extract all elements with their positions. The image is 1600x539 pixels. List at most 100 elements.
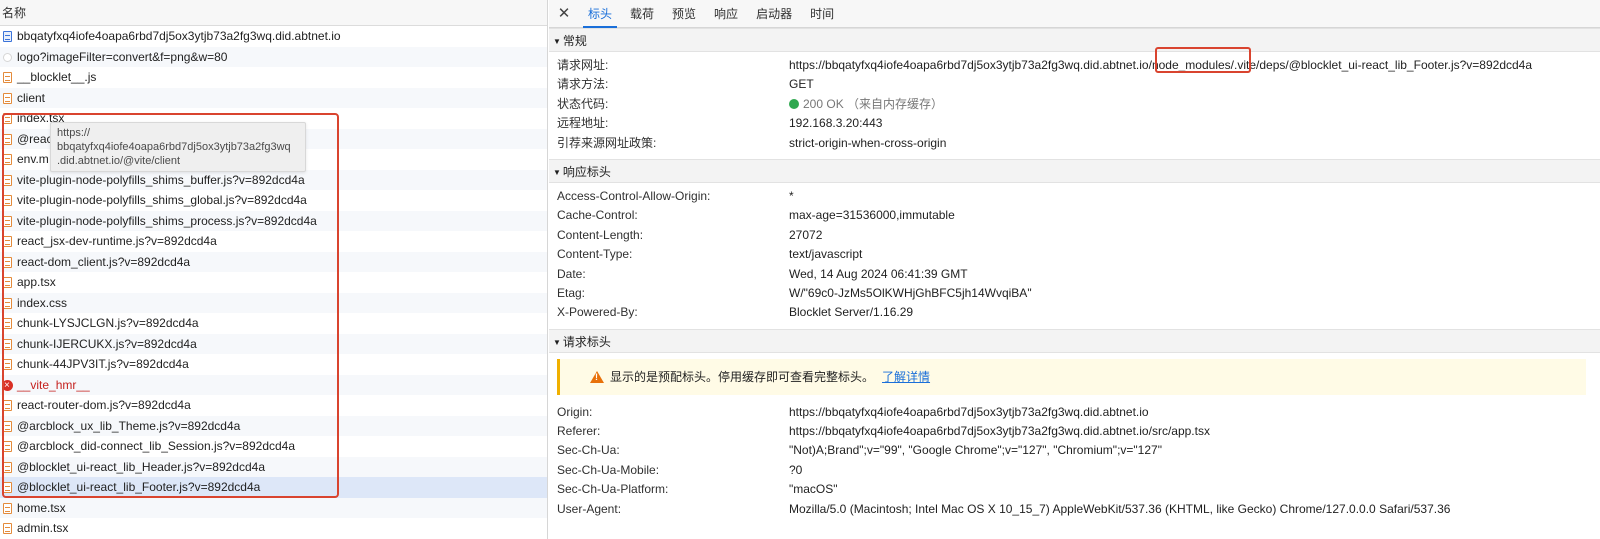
header-value[interactable]: Wed, 14 Aug 2024 06:41:39 GMT	[789, 265, 1600, 284]
request-row[interactable]: react-router-dom.js?v=892dcd4a	[0, 395, 547, 416]
header-value[interactable]: 27072	[789, 226, 1600, 245]
tab-initiator[interactable]: 启动器	[747, 0, 801, 27]
section-request-headers-toggle[interactable]: ▼ 请求标头	[549, 328, 1600, 353]
request-row[interactable]: __blocklet__.js	[0, 67, 547, 88]
image-icon	[3, 52, 12, 62]
header-value[interactable]: *	[789, 187, 1600, 206]
request-name: chunk-IJERCUKX.js?v=892dcd4a	[17, 336, 197, 351]
header-value[interactable]: https://bbqatyfxq4iofe4oapa6rbd7dj5ox3yt…	[789, 403, 1600, 422]
tab-preview[interactable]: 预览	[663, 0, 705, 27]
script-file-icon	[3, 256, 12, 268]
request-name: @arcblock_did-connect_lib_Session.js?v=8…	[17, 439, 296, 453]
header-value[interactable]: 200 OK （来自内存缓存）	[789, 95, 1600, 114]
request-row[interactable]: @blocklet_ui-react_lib_Header.js?v=892dc…	[0, 456, 547, 477]
request-row[interactable]: app.tsx	[0, 272, 547, 293]
request-name: logo?imageFilter=convert&f=png&w=80	[17, 49, 228, 64]
request-row[interactable]: home.tsx	[0, 497, 547, 518]
script-file-icon	[3, 461, 12, 473]
header-key: X-Powered-By:	[557, 305, 638, 320]
header-value[interactable]: max-age=31536000,immutable	[789, 206, 1600, 225]
tooltip-line: .did.abtnet.io/@vite/client	[57, 155, 181, 167]
header-value[interactable]: "macOS"	[789, 480, 1600, 499]
script-file-icon	[3, 502, 12, 514]
request-row[interactable]: bbqatyfxq4iofe4oapa6rbd7dj5ox3ytjb73a2fg…	[0, 26, 547, 47]
header-value[interactable]: https://bbqatyfxq4iofe4oapa6rbd7dj5ox3yt…	[789, 56, 1600, 75]
header-row: Content-Type: text/javascript	[549, 245, 1600, 264]
script-file-icon	[3, 277, 12, 288]
script-file-icon	[3, 441, 12, 452]
request-name: client	[17, 90, 46, 105]
request-row[interactable]: logo?imageFilter=convert&f=png&w=80	[0, 46, 547, 67]
header-key: User-Agent:	[557, 501, 622, 516]
request-row[interactable]: index.css	[0, 292, 547, 313]
request-row[interactable]: vite-plugin-node-polyfills_shims_global.…	[0, 190, 547, 211]
section-response-headers-toggle[interactable]: ▼ 响应标头	[549, 158, 1600, 183]
request-row[interactable]: @arcblock_ux_lib_Theme.js?v=892dcd4a	[0, 415, 547, 436]
request-row[interactable]: chunk-IJERCUKX.js?v=892dcd4a	[0, 333, 547, 354]
script-file-icon	[3, 133, 12, 145]
script-file-icon	[3, 195, 12, 206]
header-value[interactable]: Mozilla/5.0 (Macintosh; Intel Mac OS X 1…	[789, 500, 1600, 519]
error-icon	[2, 379, 13, 391]
request-row[interactable]: client	[0, 87, 547, 108]
request-row[interactable]: vite-plugin-node-polyfills_shims_buffer.…	[0, 169, 547, 190]
request-header-rows: Origin: https://bbqatyfxq4iofe4oapa6rbd7d…	[549, 401, 1600, 525]
request-name: react-router-dom.js?v=892dcd4a	[17, 398, 191, 412]
section-title: 常规	[562, 34, 587, 48]
request-row[interactable]: react_jsx-dev-runtime.js?v=892dcd4a	[0, 231, 547, 252]
request-row[interactable]: @arcblock_did-connect_lib_Session.js?v=8…	[0, 436, 547, 457]
header-value[interactable]: text/javascript	[789, 245, 1600, 264]
request-row[interactable]: __vite_hmr__	[0, 374, 547, 395]
script-file-icon	[3, 215, 12, 227]
header-value[interactable]: "Not)A;Brand";v="99", "Google Chrome";v=…	[789, 441, 1600, 460]
request-name: vite-plugin-node-polyfills_shims_buffer.…	[17, 172, 305, 187]
section-general-toggle[interactable]: ▼ 常规	[549, 28, 1600, 52]
header-key: Content-Length:	[557, 227, 644, 242]
script-file-icon	[3, 297, 12, 309]
header-value[interactable]: https://bbqatyfxq4iofe4oapa6rbd7dj5ox3yt…	[789, 422, 1600, 441]
request-row[interactable]: chunk-44JPV3IT.js?v=892dcd4a	[0, 354, 547, 375]
header-value[interactable]: W/"69c0-JzMs5OlKWHjGhBFC5jh14WvqiBA"	[789, 284, 1600, 303]
status-code-value: 200 OK	[803, 96, 844, 111]
header-key: Access-Control-Allow-Origin:	[557, 188, 711, 203]
header-value[interactable]: ?0	[789, 461, 1600, 480]
header-row: Etag: W/"69c0-JzMs5OlKWHjGhBFC5jh14WvqiBA…	[549, 284, 1600, 303]
triangle-down-icon: ▼	[553, 337, 561, 347]
header-row: 远程地址: 192.168.3.20:443	[549, 114, 1600, 133]
header-row: Sec-Ch-Ua-Platform: "macOS"	[549, 480, 1600, 499]
request-row[interactable]: @blocklet_ui-react_lib_Footer.js?v=892dc…	[0, 477, 547, 498]
header-key: Sec-Ch-Ua-Platform:	[557, 482, 669, 497]
header-value[interactable]: strict-origin-when-cross-origin	[789, 134, 1600, 153]
header-value[interactable]: Blocklet Server/1.16.29	[789, 303, 1600, 322]
triangle-down-icon: ▼	[553, 167, 561, 177]
header-value[interactable]: GET	[789, 75, 1600, 94]
tab-headers[interactable]: 标头	[579, 0, 621, 28]
tooltip-line: https://	[57, 127, 91, 139]
tab-timing[interactable]: 时间	[801, 0, 843, 27]
tab-payload[interactable]: 载荷	[621, 0, 663, 27]
close-icon[interactable]: ✕	[549, 0, 579, 27]
request-name: react_jsx-dev-runtime.js?v=892dcd4a	[17, 234, 217, 248]
request-row[interactable]: react-dom_client.js?v=892dcd4a	[0, 251, 547, 272]
header-row: 请求方法: GET	[549, 75, 1600, 94]
request-details-panel: ✕ 标头 载荷 预览 响应 启动器 时间 ▼ 常规 请求网址: https://bb…	[549, 0, 1600, 539]
tab-response[interactable]: 响应	[705, 0, 747, 27]
learn-more-link[interactable]: 了解详情	[882, 370, 930, 384]
header-row: Date: Wed, 14 Aug 2024 06:41:39 GMT	[549, 265, 1600, 284]
request-name: react-dom_client.js?v=892dcd4a	[17, 254, 191, 269]
warning-text: 显示的是预配标头。停用缓存即可查看完整标头。	[610, 369, 875, 384]
request-name: home.tsx	[17, 500, 66, 515]
request-name: index.css	[17, 295, 68, 310]
script-file-icon	[3, 400, 12, 411]
request-name: vite-plugin-node-polyfills_shims_process…	[17, 213, 317, 228]
script-file-icon	[3, 72, 12, 83]
header-row: X-Powered-By: Blocklet Server/1.16.29	[549, 303, 1600, 322]
request-row[interactable]: vite-plugin-node-polyfills_shims_process…	[0, 210, 547, 231]
script-file-icon	[3, 523, 12, 534]
request-row[interactable]: admin.tsx	[0, 518, 547, 539]
header-row: Sec-Ch-Ua: "Not)A;Brand";v="99", "Google …	[549, 441, 1600, 460]
header-value[interactable]: 192.168.3.20:443	[789, 114, 1600, 133]
request-row[interactable]: chunk-LYSJCLGN.js?v=892dcd4a	[0, 313, 547, 334]
name-column-header[interactable]: 名称	[0, 0, 547, 26]
status-note: （来自内存缓存）	[847, 96, 944, 111]
